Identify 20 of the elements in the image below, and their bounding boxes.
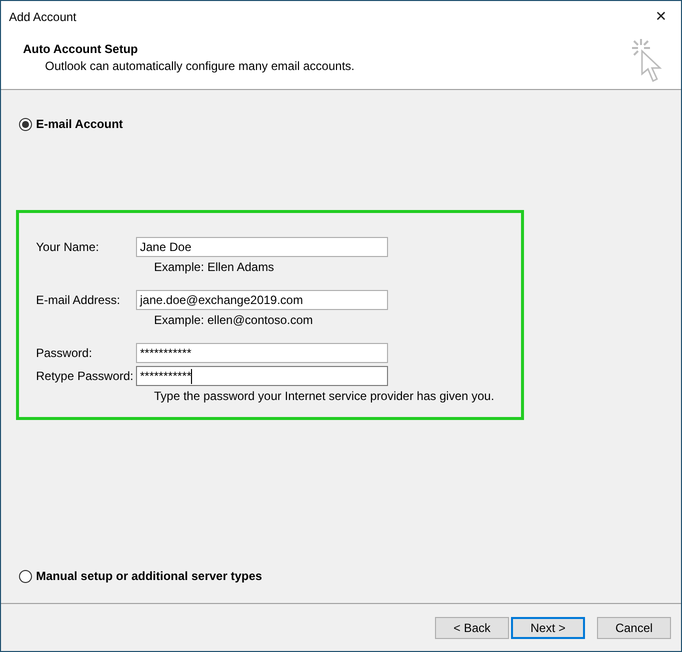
header-title: Auto Account Setup — [23, 42, 139, 56]
field-hint: Example: Ellen Adams — [153, 260, 274, 275]
dialog-button[interactable]: < Back — [435, 616, 509, 638]
field-hint: Example: ellen@contoso.com — [153, 313, 313, 328]
field-hint: Type the password your Internet service provider has given you. — [153, 389, 494, 404]
dialog-button[interactable]: Next > — [511, 616, 585, 638]
input-field[interactable]: *********** — [136, 366, 388, 386]
dialog-button[interactable]: Cancel — [597, 616, 671, 638]
window-title: Add Account — [8, 10, 76, 24]
input-field[interactable]: jane.doe@exchange2019.com — [136, 290, 388, 310]
field-label: Retype Password: — [36, 369, 134, 383]
field-label: E-mail Address: — [36, 293, 122, 307]
field-label: Your Name: — [36, 240, 100, 254]
input-field[interactable]: *********** — [136, 343, 388, 363]
close-button[interactable]: ✕ — [641, 2, 681, 32]
radio-option[interactable]: E-mail Account — [19, 117, 123, 131]
radio-option[interactable]: Manual setup or additional server types — [19, 569, 262, 583]
header-subtitle: Outlook can automatically configure many email accounts. — [44, 59, 354, 73]
input-field[interactable]: Jane Doe — [136, 237, 388, 257]
field-label: Password: — [36, 346, 94, 360]
